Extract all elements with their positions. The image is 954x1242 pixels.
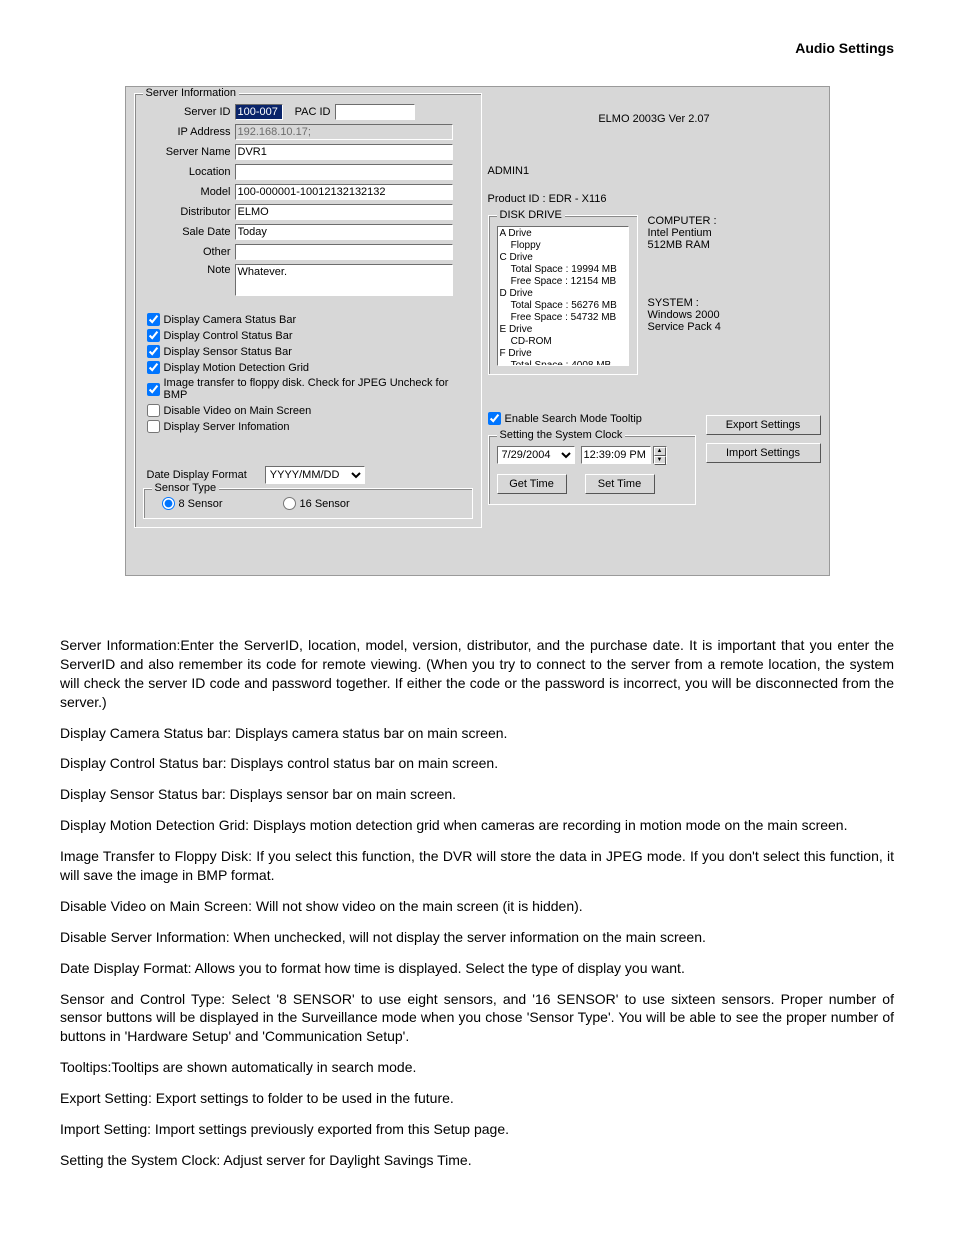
- other-label: Other: [143, 246, 235, 258]
- disk-drive-line: Total Space : 56276 MB: [500, 300, 626, 312]
- sensor-16-radio[interactable]: [283, 497, 296, 510]
- doc-disable-video: Disable Video on Main Screen: Will not s…: [60, 897, 894, 916]
- display-sensor-status-checkbox[interactable]: [147, 345, 160, 358]
- doc-system-clock: Setting the System Clock: Adjust server …: [60, 1151, 894, 1170]
- spinner-down-icon[interactable]: ▼: [654, 456, 666, 465]
- doc-motion-grid: Display Motion Detection Grid: Displays …: [60, 816, 894, 835]
- disk-drive-line: Floppy: [500, 240, 626, 252]
- doc-control-status: Display Control Status bar: Displays con…: [60, 754, 894, 773]
- doc-sensor-status: Display Sensor Status bar: Displays sens…: [60, 785, 894, 804]
- doc-image-transfer: Image Transfer to Floppy Disk: If you se…: [60, 847, 894, 885]
- location-field[interactable]: [235, 164, 453, 180]
- clock-time-spinner[interactable]: ▲▼: [653, 446, 667, 464]
- settings-dialog: Server Information Server ID PAC ID IP A…: [125, 86, 830, 576]
- doc-server-info: Server Information:Enter the ServerID, l…: [60, 636, 894, 712]
- display-sensor-status-label: Display Sensor Status Bar: [164, 346, 292, 358]
- system-header: SYSTEM :: [648, 297, 821, 309]
- sensor-type-legend: Sensor Type: [152, 482, 220, 494]
- ip-address-field: [235, 124, 453, 140]
- disk-drive-line: E Drive: [500, 324, 626, 336]
- display-motion-grid-checkbox[interactable]: [147, 361, 160, 374]
- disk-drive-line: Total Space : 19994 MB: [500, 264, 626, 276]
- disk-drive-line: A Drive: [500, 228, 626, 240]
- document-body: Server Information:Enter the ServerID, l…: [60, 636, 894, 1170]
- doc-disable-server-info: Disable Server Information: When uncheck…: [60, 928, 894, 947]
- get-time-button[interactable]: Get Time: [497, 474, 567, 494]
- disk-drive-line: Total Space : 4008 MB: [500, 360, 626, 366]
- enable-search-tooltip-label: Enable Search Mode Tooltip: [505, 413, 642, 425]
- distributor-field[interactable]: [235, 204, 453, 220]
- other-field[interactable]: [235, 244, 453, 260]
- server-id-field[interactable]: [235, 104, 283, 120]
- server-information-group: Server Information Server ID PAC ID IP A…: [134, 93, 482, 528]
- ip-address-label: IP Address: [143, 126, 235, 138]
- disk-drive-list[interactable]: A Drive FloppyC Drive Total Space : 1999…: [497, 226, 629, 366]
- server-name-label: Server Name: [143, 146, 235, 158]
- note-field[interactable]: [235, 264, 453, 296]
- doc-tooltips: Tooltips:Tooltips are shown automaticall…: [60, 1058, 894, 1077]
- sensor-8-radio[interactable]: [162, 497, 175, 510]
- disk-drive-line: F Drive: [500, 348, 626, 360]
- sale-date-field[interactable]: [235, 224, 453, 240]
- doc-camera-status: Display Camera Status bar: Displays came…: [60, 724, 894, 743]
- date-format-select[interactable]: YYYY/MM/DD: [265, 466, 365, 484]
- model-label: Model: [143, 186, 235, 198]
- sale-date-label: Sale Date: [143, 226, 235, 238]
- doc-import: Import Setting: Import settings previous…: [60, 1120, 894, 1139]
- server-id-label: Server ID: [143, 106, 235, 118]
- disk-drive-line: CD-ROM: [500, 336, 626, 348]
- display-control-status-label: Display Control Status Bar: [164, 330, 293, 342]
- system-info: COMPUTER : Intel Pentium 512MB RAM SYSTE…: [638, 215, 821, 375]
- pac-id-label: PAC ID: [283, 106, 335, 118]
- image-transfer-floppy-checkbox[interactable]: [147, 383, 160, 396]
- note-label: Note: [143, 264, 235, 276]
- doc-export: Export Setting: Export settings to folde…: [60, 1089, 894, 1108]
- doc-sensor-type: Sensor and Control Type: Select '8 SENSO…: [60, 990, 894, 1047]
- distributor-label: Distributor: [143, 206, 235, 218]
- disk-drive-line: Free Space : 54732 MB: [500, 312, 626, 324]
- doc-date-format: Date Display Format: Allows you to forma…: [60, 959, 894, 978]
- system-os: Windows 2000: [648, 309, 821, 321]
- enable-search-tooltip-checkbox[interactable]: [488, 412, 501, 425]
- version-text: ELMO 2003G Ver 2.07: [488, 113, 821, 125]
- display-control-status-checkbox[interactable]: [147, 329, 160, 342]
- computer-header: COMPUTER :: [648, 215, 821, 227]
- export-settings-button[interactable]: Export Settings: [706, 415, 821, 435]
- disk-drive-legend: DISK DRIVE: [497, 209, 565, 221]
- server-information-legend: Server Information: [143, 87, 239, 99]
- system-sp: Service Pack 4: [648, 321, 821, 333]
- display-camera-status-label: Display Camera Status Bar: [164, 314, 297, 326]
- disable-video-label: Disable Video on Main Screen: [164, 405, 312, 417]
- disk-drive-line: D Drive: [500, 288, 626, 300]
- computer-cpu: Intel Pentium: [648, 227, 821, 239]
- clock-time-field[interactable]: [581, 446, 651, 464]
- location-label: Location: [143, 166, 235, 178]
- display-motion-grid-label: Display Motion Detection Grid: [164, 362, 310, 374]
- display-server-info-checkbox[interactable]: [147, 420, 160, 433]
- clock-date-select[interactable]: 7/29/2004: [497, 446, 575, 464]
- import-settings-button[interactable]: Import Settings: [706, 443, 821, 463]
- system-clock-group: Setting the System Clock 7/29/2004 ▲▼ Ge…: [488, 435, 696, 505]
- admin-text: ADMIN1: [488, 165, 821, 177]
- page-title: Audio Settings: [60, 40, 894, 56]
- display-camera-status-checkbox[interactable]: [147, 313, 160, 326]
- date-format-label: Date Display Format: [147, 469, 265, 481]
- disk-drive-line: C Drive: [500, 252, 626, 264]
- sensor-16-label: 16 Sensor: [300, 498, 350, 510]
- computer-ram: 512MB RAM: [648, 239, 821, 251]
- sensor-8-label: 8 Sensor: [179, 498, 223, 510]
- disable-video-checkbox[interactable]: [147, 404, 160, 417]
- sensor-type-group: Sensor Type 8 Sensor 16 Sensor: [143, 488, 473, 519]
- set-time-button[interactable]: Set Time: [585, 474, 655, 494]
- image-transfer-floppy-label: Image transfer to floppy disk. Check for…: [164, 377, 473, 401]
- product-id-text: Product ID : EDR - X116: [488, 193, 821, 205]
- system-clock-legend: Setting the System Clock: [497, 429, 626, 441]
- server-name-field[interactable]: [235, 144, 453, 160]
- pac-id-field[interactable]: [335, 104, 415, 120]
- disk-drive-line: Free Space : 12154 MB: [500, 276, 626, 288]
- disk-drive-group: DISK DRIVE A Drive FloppyC Drive Total S…: [488, 215, 638, 375]
- model-field[interactable]: [235, 184, 453, 200]
- spinner-up-icon[interactable]: ▲: [654, 447, 666, 456]
- display-server-info-label: Display Server Infomation: [164, 421, 290, 433]
